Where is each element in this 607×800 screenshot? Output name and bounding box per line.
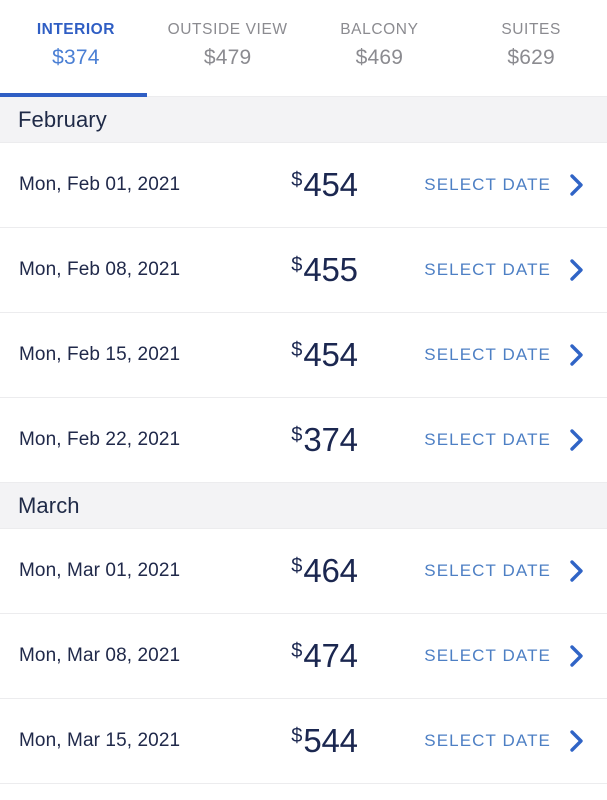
table-row[interactable]: Mon, Feb 01, 2021 $ 454 SELECT DATE bbox=[0, 143, 607, 228]
tab-label: OUTSIDE VIEW bbox=[167, 21, 288, 38]
row-date: Mon, Mar 01, 2021 bbox=[19, 560, 181, 581]
price-amount: 454 bbox=[303, 336, 358, 373]
chevron-right-icon bbox=[568, 558, 586, 584]
price-currency-symbol: $ bbox=[291, 725, 303, 747]
price-currency-symbol: $ bbox=[291, 169, 303, 191]
tab-price: $469 bbox=[355, 45, 404, 69]
chevron-right-icon bbox=[568, 342, 586, 368]
price-amount: 474 bbox=[303, 637, 358, 674]
cruise-fare-calendar: INTERIOR $374 OUTSIDE VIEW $479 BALCONY … bbox=[0, 0, 607, 800]
tab-interior[interactable]: INTERIOR $374 bbox=[0, 22, 152, 97]
table-row[interactable]: Mon, Feb 22, 2021 $ 374 SELECT DATE bbox=[0, 398, 607, 483]
chevron-right-icon bbox=[568, 257, 586, 283]
select-date-label: SELECT DATE bbox=[424, 430, 551, 449]
row-price: $ 374 bbox=[252, 421, 397, 459]
tab-balcony[interactable]: BALCONY $469 bbox=[304, 22, 456, 97]
row-price: $ 544 bbox=[252, 722, 397, 760]
select-date-label: SELECT DATE bbox=[424, 646, 551, 665]
table-row[interactable]: Mon, Feb 08, 2021 $ 455 SELECT DATE bbox=[0, 228, 607, 313]
select-date-label: SELECT DATE bbox=[424, 260, 551, 279]
row-date: Mon, Mar 08, 2021 bbox=[19, 645, 181, 666]
select-date-label: SELECT DATE bbox=[424, 731, 551, 750]
chevron-right-icon bbox=[568, 172, 586, 198]
table-row[interactable]: Mon, Mar 08, 2021 $ 474 SELECT DATE bbox=[0, 614, 607, 699]
tab-label: INTERIOR bbox=[36, 21, 115, 38]
chevron-right-icon bbox=[568, 728, 586, 754]
price-amount: 544 bbox=[303, 722, 358, 759]
select-date-button[interactable]: SELECT DATE bbox=[397, 257, 607, 283]
row-date: Mon, Feb 01, 2021 bbox=[19, 174, 181, 195]
month-header-label: March bbox=[18, 492, 80, 518]
row-date: Mon, Feb 08, 2021 bbox=[19, 259, 181, 280]
row-price: $ 474 bbox=[252, 637, 397, 675]
tab-suites[interactable]: SUITES $629 bbox=[455, 22, 607, 97]
row-price: $ 464 bbox=[252, 552, 397, 590]
select-date-button[interactable]: SELECT DATE bbox=[397, 342, 607, 368]
table-row[interactable]: Mon, Mar 15, 2021 $ 544 SELECT DATE bbox=[0, 699, 607, 784]
row-date: Mon, Feb 22, 2021 bbox=[19, 429, 181, 450]
tab-label: BALCONY bbox=[340, 21, 419, 38]
table-row[interactable]: Mon, Feb 15, 2021 $ 454 SELECT DATE bbox=[0, 313, 607, 398]
tab-outside-view[interactable]: OUTSIDE VIEW $479 bbox=[152, 22, 304, 97]
price-currency-symbol: $ bbox=[291, 254, 303, 276]
select-date-label: SELECT DATE bbox=[424, 345, 551, 364]
tab-price: $629 bbox=[507, 45, 555, 69]
price-amount: 455 bbox=[303, 251, 358, 288]
select-date-button[interactable]: SELECT DATE bbox=[397, 558, 607, 584]
select-date-button[interactable]: SELECT DATE bbox=[397, 728, 607, 754]
price-currency-symbol: $ bbox=[291, 424, 303, 446]
row-date: Mon, Feb 15, 2021 bbox=[19, 344, 181, 365]
tab-label: SUITES bbox=[501, 21, 561, 38]
select-date-label: SELECT DATE bbox=[424, 175, 551, 194]
chevron-right-icon bbox=[568, 427, 586, 453]
price-currency-symbol: $ bbox=[291, 640, 303, 662]
price-amount: 454 bbox=[303, 166, 358, 203]
price-currency-symbol: $ bbox=[291, 555, 303, 577]
row-date: Mon, Mar 15, 2021 bbox=[19, 730, 181, 751]
table-row[interactable]: Mon, Mar 01, 2021 $ 464 SELECT DATE bbox=[0, 529, 607, 614]
month-header-february: February bbox=[0, 97, 607, 143]
month-header-march: March bbox=[0, 483, 607, 529]
chevron-right-icon bbox=[568, 643, 586, 669]
select-date-button[interactable]: SELECT DATE bbox=[397, 643, 607, 669]
tab-price: $374 bbox=[52, 45, 100, 69]
active-tab-indicator bbox=[0, 93, 147, 97]
select-date-button[interactable]: SELECT DATE bbox=[397, 172, 607, 198]
price-amount: 464 bbox=[303, 552, 358, 589]
select-date-label: SELECT DATE bbox=[424, 561, 551, 580]
row-price: $ 454 bbox=[252, 336, 397, 374]
row-price: $ 455 bbox=[252, 251, 397, 289]
cabin-category-tabs[interactable]: INTERIOR $374 OUTSIDE VIEW $479 BALCONY … bbox=[0, 0, 607, 97]
row-price: $ 454 bbox=[252, 166, 397, 204]
price-amount: 374 bbox=[303, 421, 358, 458]
price-currency-symbol: $ bbox=[291, 339, 303, 361]
select-date-button[interactable]: SELECT DATE bbox=[397, 427, 607, 453]
month-header-label: February bbox=[18, 106, 107, 132]
tab-price: $479 bbox=[203, 45, 252, 69]
